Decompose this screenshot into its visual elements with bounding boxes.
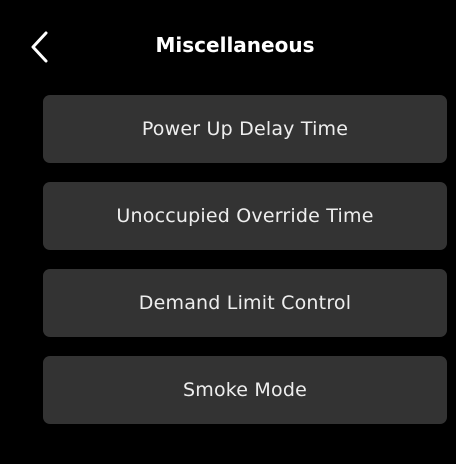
header: Miscellaneous [0,0,456,90]
menu-item-label: Demand Limit Control [138,292,352,314]
smoke-mode-button[interactable]: Smoke Mode [43,356,447,424]
unoccupied-override-time-button[interactable]: Unoccupied Override Time [43,182,447,250]
menu-item-label: Power Up Delay Time [141,118,349,140]
demand-limit-control-button[interactable]: Demand Limit Control [43,269,447,337]
menu-item-label: Smoke Mode [182,379,307,401]
page-title: Miscellaneous [155,33,315,57]
power-up-delay-time-button[interactable]: Power Up Delay Time [43,95,447,163]
menu-item-label: Unoccupied Override Time [116,205,374,227]
miscellaneous-screen: Miscellaneous Power Up Delay Time Unoccu… [0,0,456,464]
back-button[interactable] [22,26,62,66]
chevron-left-icon [31,31,48,63]
